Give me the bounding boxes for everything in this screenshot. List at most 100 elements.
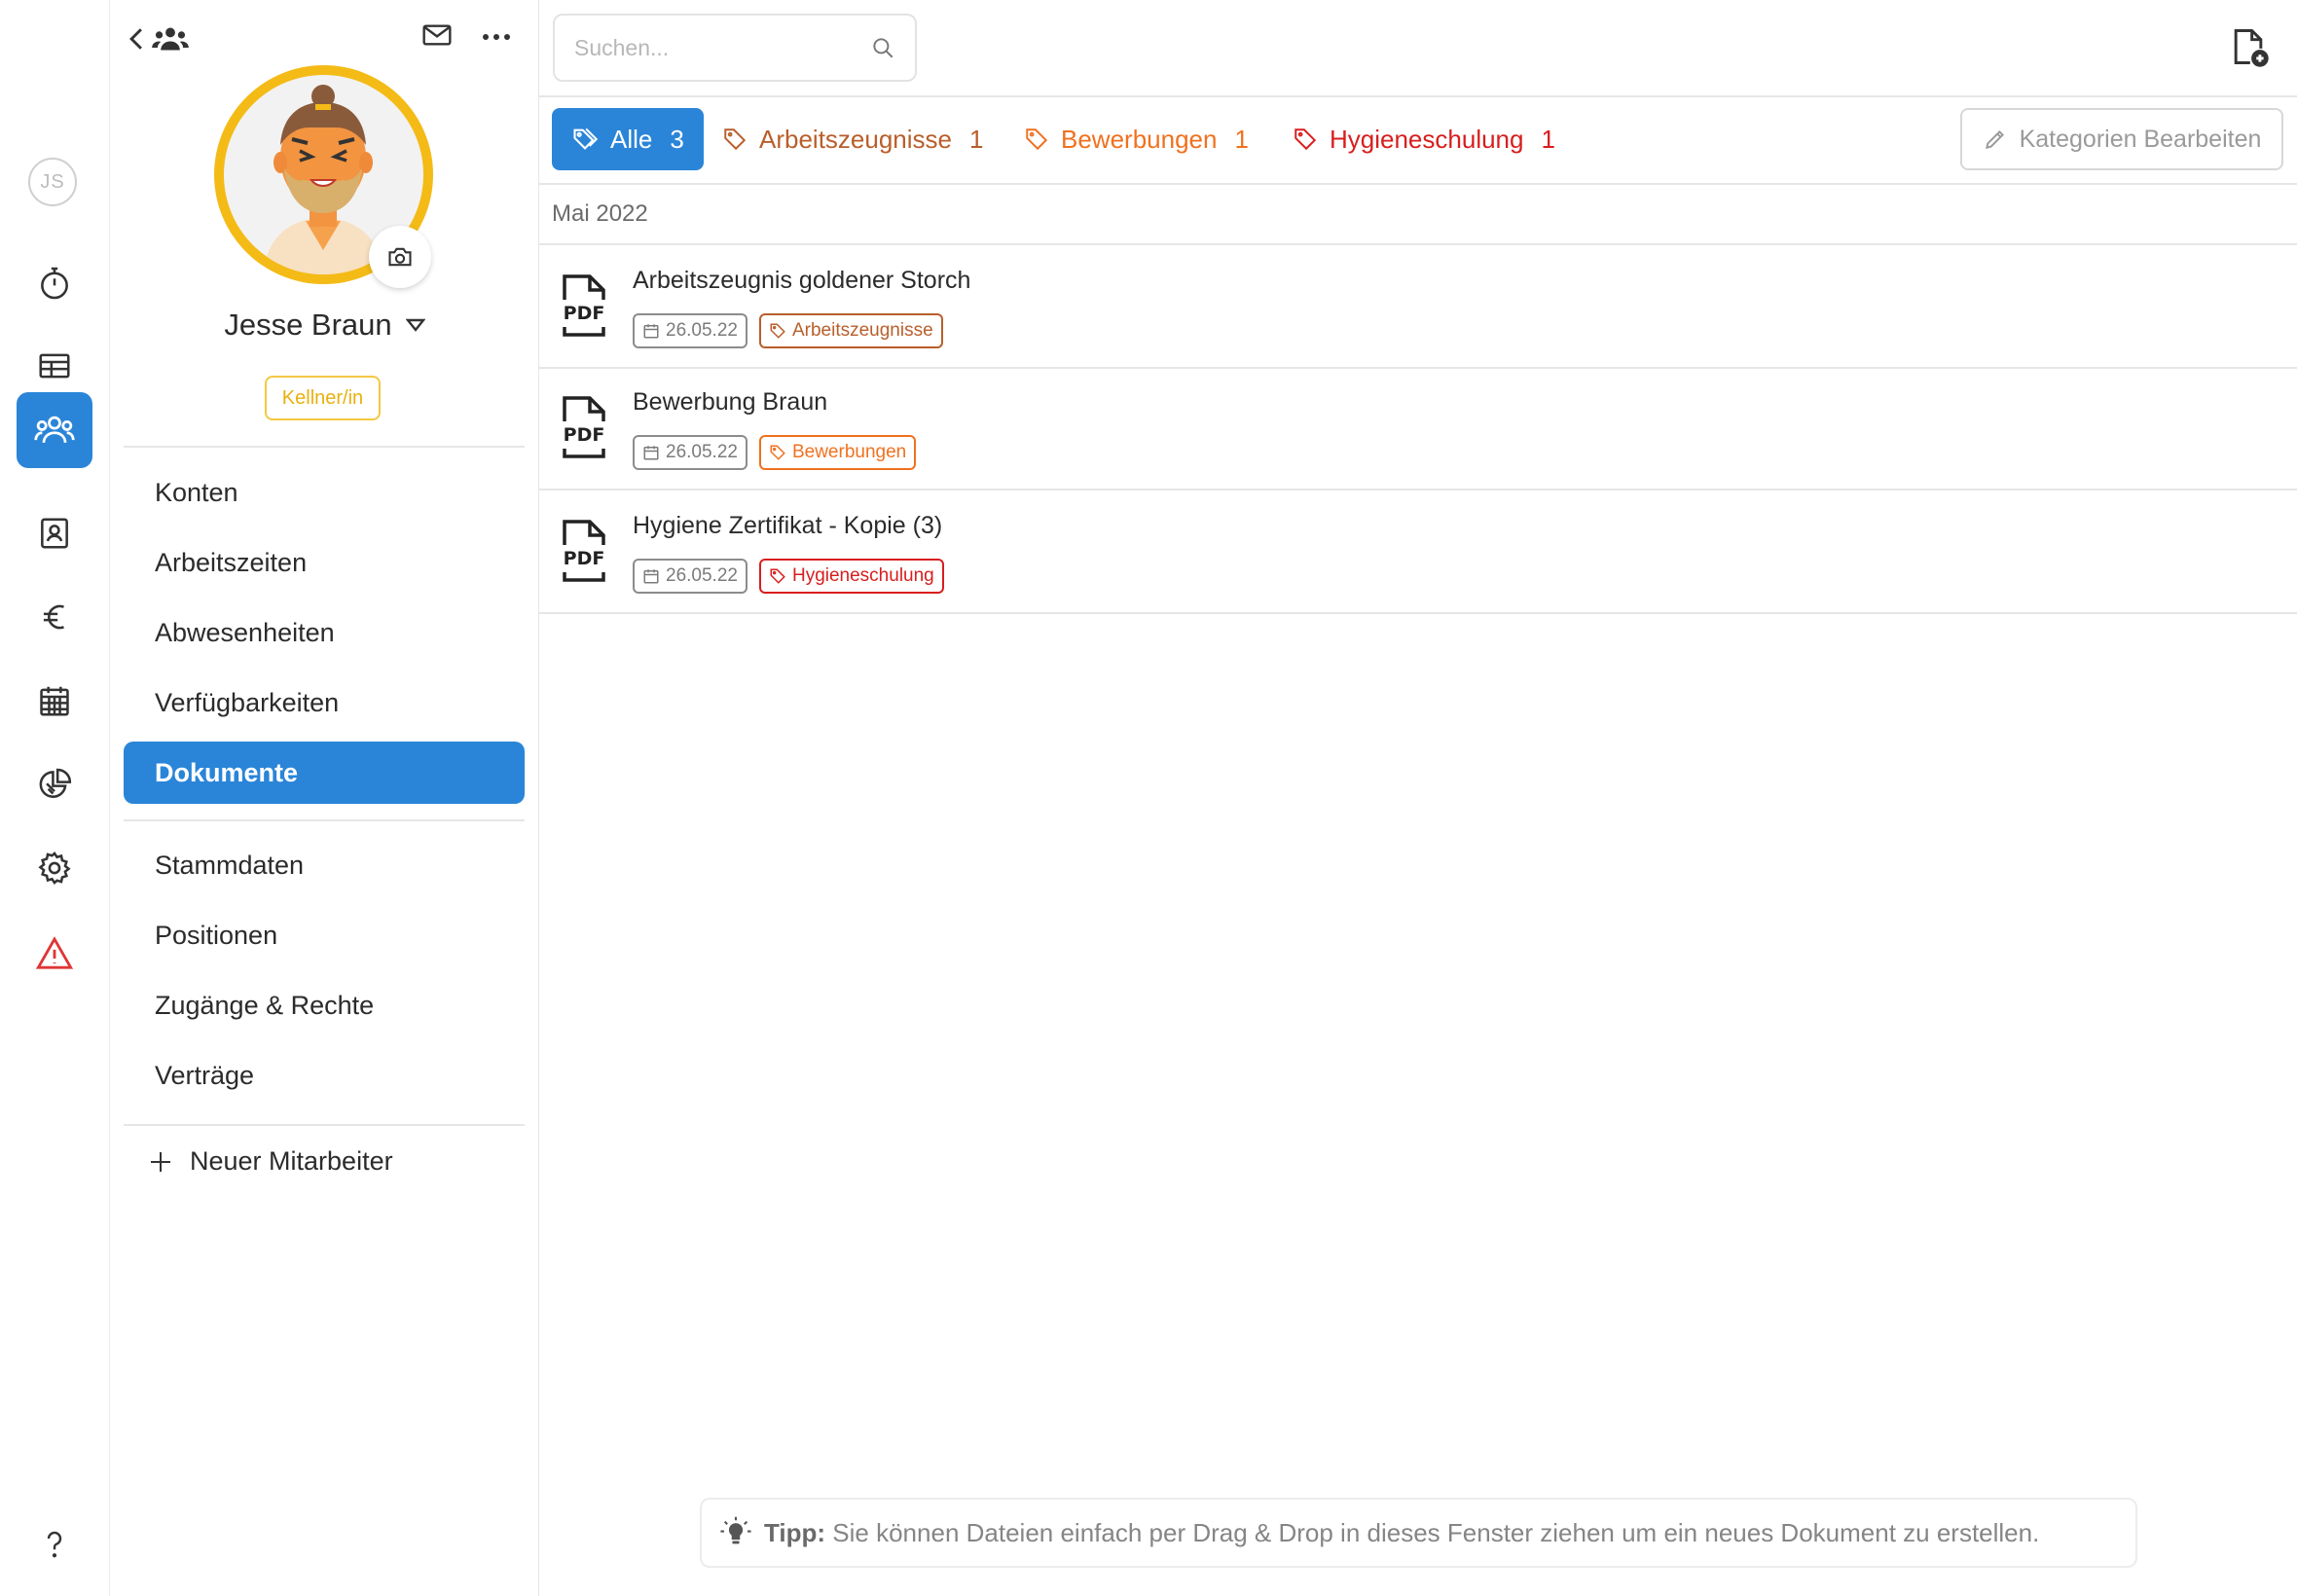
- employee-name: Jesse Braun: [224, 308, 392, 342]
- svg-text:PDF: PDF: [564, 303, 605, 324]
- filter-count: 1: [1541, 124, 1555, 154]
- document-title: Hygiene Zertifikat - Kopie (3): [633, 512, 943, 539]
- document-date: 26.05.22: [666, 442, 738, 462]
- category-chip: Bewerbungen: [758, 435, 917, 470]
- nav-item-verfuegbarkeiten[interactable]: Verfügbarkeiten: [124, 671, 525, 734]
- more-button[interactable]: [482, 33, 511, 41]
- icon-rail: JS: [0, 0, 110, 1596]
- nav-item-konten[interactable]: Konten: [124, 461, 525, 524]
- tip-box: Tipp: Sie können Dateien einfach per Dra…: [700, 1498, 2137, 1568]
- tip-label: Tipp:: [764, 1517, 826, 1547]
- category-chip: Hygieneschulung: [758, 559, 944, 594]
- documents-main: Suchen... Alle 3 Arbeitszeugnisse 1 Bewe…: [539, 0, 2297, 1596]
- search-field[interactable]: Suchen...: [553, 14, 917, 82]
- pdf-file-icon: PDF: [563, 520, 605, 582]
- filter-hygieneschulung[interactable]: Hygieneschulung 1: [1293, 108, 1555, 170]
- lightbulb-icon: [720, 1516, 751, 1544]
- tag-icon: [724, 128, 747, 151]
- divider: [124, 819, 525, 821]
- month-heading: Mai 2022: [552, 200, 648, 227]
- divider: [539, 95, 2297, 97]
- tag-icon: [1294, 128, 1317, 151]
- question-icon[interactable]: [17, 1506, 92, 1582]
- divider: [124, 1124, 525, 1126]
- new-employee-label: Neuer Mitarbeiter: [190, 1146, 393, 1176]
- document-meta: 26.05.22 Hygieneschulung: [633, 559, 944, 594]
- filter-label: Hygieneschulung: [1330, 124, 1524, 154]
- nav-item-vertraege[interactable]: Verträge: [124, 1044, 525, 1106]
- tags-icon: [573, 127, 599, 150]
- calendar-icon[interactable]: [17, 663, 92, 739]
- change-photo-button[interactable]: [369, 226, 431, 288]
- contact-card-icon[interactable]: [17, 495, 92, 571]
- document-category: Arbeitszeugnisse: [791, 320, 933, 341]
- nav-item-positionen[interactable]: Positionen: [124, 904, 525, 966]
- svg-text:PDF: PDF: [564, 424, 605, 446]
- filter-count: 3: [670, 124, 684, 154]
- chevron-left-icon: [129, 28, 142, 50]
- camera-icon: [388, 247, 412, 267]
- add-file-icon: [2234, 29, 2269, 67]
- nav-item-arbeitszeiten[interactable]: Arbeitszeiten: [124, 531, 525, 594]
- tag-icon: [770, 445, 785, 460]
- calendar-icon: [643, 569, 659, 584]
- divider: [124, 446, 525, 448]
- nav-item-stammdaten[interactable]: Stammdaten: [124, 834, 525, 896]
- tip-text: Sie können Dateien einfach per Drag & Dr…: [832, 1517, 2040, 1547]
- team-icon: [152, 27, 189, 51]
- filter-all[interactable]: Alle 3: [552, 108, 704, 170]
- mail-icon: [422, 24, 452, 46]
- mail-button[interactable]: [421, 21, 453, 49]
- back-button[interactable]: [128, 21, 190, 56]
- divider: [539, 183, 2297, 185]
- filter-label: Bewerbungen: [1061, 124, 1218, 154]
- filter-label: Arbeitszeugnisse: [759, 124, 952, 154]
- edit-categories-label: Kategorien Bearbeiten: [2019, 125, 2262, 153]
- nav-item-abwesenheiten[interactable]: Abwesenheiten: [124, 601, 525, 664]
- pdf-file-icon: PDF: [563, 396, 605, 458]
- user-avatar[interactable]: JS: [28, 158, 77, 206]
- filter-bewerbungen[interactable]: Bewerbungen 1: [1024, 108, 1249, 170]
- euro-icon[interactable]: [17, 579, 92, 655]
- tag-icon: [770, 323, 785, 339]
- document-row[interactable]: PDF Arbeitszeugnis goldener Storch 26.05…: [539, 245, 2297, 367]
- calendar-icon: [643, 324, 659, 339]
- document-meta: 26.05.22 Arbeitszeugnisse: [633, 313, 943, 348]
- plus-icon: [151, 1151, 170, 1172]
- document-title: Arbeitszeugnis goldener Storch: [633, 267, 971, 294]
- nav-item-dokumente[interactable]: Dokumente: [124, 742, 525, 804]
- tag-icon: [1026, 128, 1048, 151]
- document-row[interactable]: PDF Bewerbung Braun 26.05.22 Bewerbungen: [539, 367, 2297, 489]
- document-category: Bewerbungen: [791, 442, 907, 462]
- category-chip: Arbeitszeugnisse: [758, 313, 943, 348]
- caret-down-icon: [405, 318, 425, 332]
- pdf-file-icon: PDF: [563, 274, 605, 337]
- nav-item-zugaenge-rechte[interactable]: Zugänge & Rechte: [124, 974, 525, 1036]
- document-title: Bewerbung Braun: [633, 388, 828, 416]
- search-icon: [873, 38, 893, 58]
- role-badge: Kellner/in: [265, 376, 381, 420]
- search-input[interactable]: Suchen...: [574, 35, 870, 61]
- date-chip: 26.05.22: [633, 559, 747, 594]
- date-chip: 26.05.22: [633, 435, 747, 470]
- pie-chart-icon[interactable]: [17, 746, 92, 822]
- more-dots-icon: [483, 34, 510, 40]
- filter-arbeitszeugnisse[interactable]: Arbeitszeugnisse 1: [722, 108, 983, 170]
- document-row[interactable]: PDF Hygiene Zertifikat - Kopie (3) 26.05…: [539, 490, 2297, 612]
- gear-icon[interactable]: [17, 830, 92, 906]
- date-chip: 26.05.22: [633, 313, 747, 348]
- employee-name-dropdown[interactable]: Jesse Braun: [110, 308, 539, 343]
- team-icon[interactable]: [17, 392, 92, 468]
- calendar-icon: [643, 446, 659, 460]
- document-category: Hygieneschulung: [791, 565, 934, 586]
- employee-panel: Jesse Braun Kellner/in Konten Arbeitszei…: [110, 0, 539, 1596]
- filter-label: Alle: [610, 124, 653, 154]
- warning-icon[interactable]: [17, 916, 92, 992]
- edit-categories-button[interactable]: Kategorien Bearbeiten: [1960, 108, 2283, 170]
- document-date: 26.05.22: [666, 320, 738, 341]
- new-employee-button[interactable]: Neuer Mitarbeiter: [149, 1146, 393, 1177]
- stopwatch-icon[interactable]: [17, 245, 92, 321]
- divider: [539, 612, 2297, 614]
- svg-text:PDF: PDF: [564, 548, 605, 569]
- add-document-button[interactable]: [2227, 25, 2270, 68]
